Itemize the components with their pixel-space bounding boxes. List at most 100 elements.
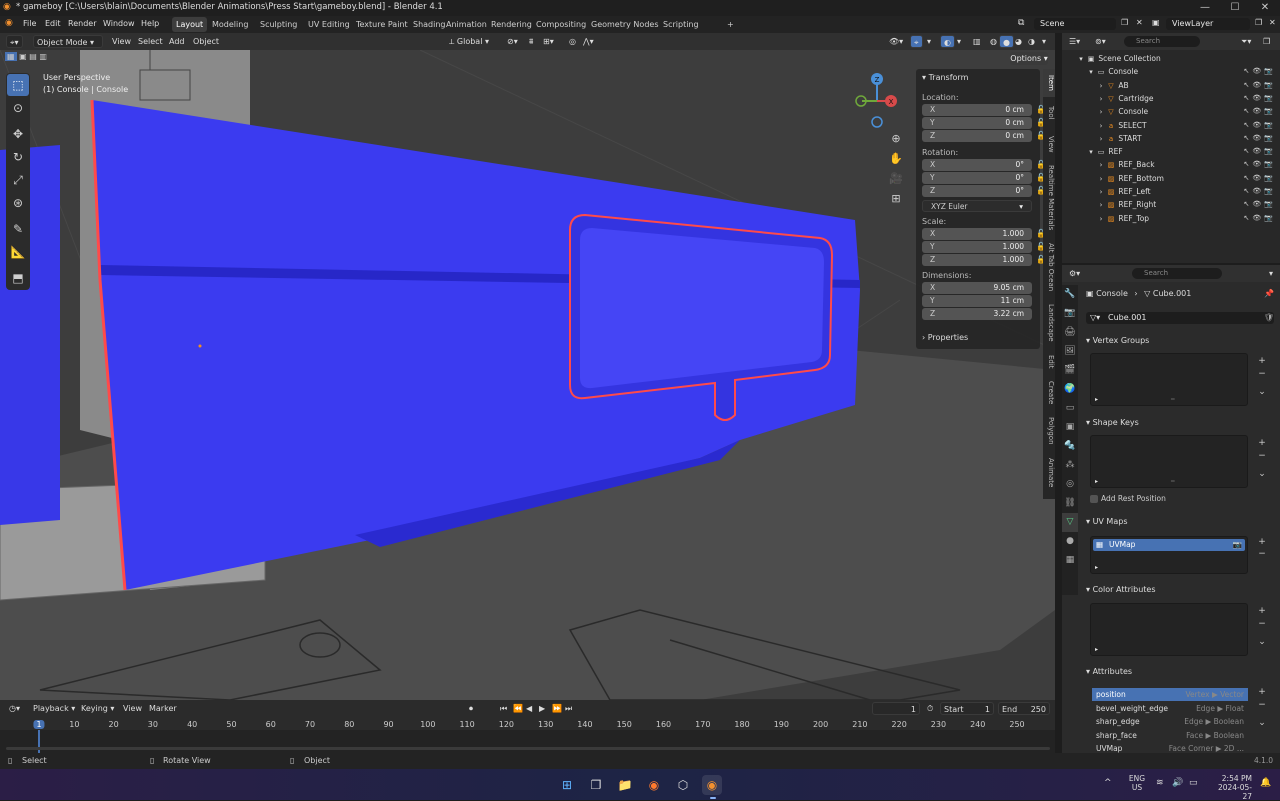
outliner-row[interactable]: › ▨ REF_Top ↖👁📷 xyxy=(1062,212,1280,225)
add-cube-tool-icon[interactable]: ⬒ xyxy=(7,267,29,289)
visibility-toggle-icons[interactable]: ↖👁📷 xyxy=(1244,185,1276,198)
xray-icon[interactable]: ▥ xyxy=(970,35,984,48)
vertex-group-menu-button[interactable]: ⌄ xyxy=(1256,386,1268,398)
editor-type-icon[interactable]: ⌖▾ xyxy=(6,35,23,48)
scene-selector[interactable]: Scene xyxy=(1034,18,1116,30)
scene-tab-icon[interactable]: 🎬 xyxy=(1062,361,1078,380)
gizmo-toggle-icon[interactable]: ⌖ xyxy=(910,35,923,48)
workspace-tab-modeling[interactable]: Modeling xyxy=(208,17,252,32)
mesh-data-tab-icon[interactable]: ▽ xyxy=(1062,513,1078,532)
measure-tool-icon[interactable]: 📐 xyxy=(7,241,29,263)
workspace-tab-layout[interactable]: Layout xyxy=(172,17,208,32)
outliner-row[interactable]: › a SELECT ↖👁📷 xyxy=(1062,119,1280,132)
timeline-scrollbar[interactable] xyxy=(6,747,1050,750)
properties-search[interactable]: Search xyxy=(1132,268,1222,279)
tray-overflow-icon[interactable]: ^ xyxy=(1104,778,1112,788)
timeline-view-menu[interactable]: View xyxy=(120,702,145,715)
outliner-row[interactable]: › ▽ Cartridge ↖👁📷 xyxy=(1062,92,1280,105)
select-subtract-icon[interactable]: ▤ xyxy=(29,52,37,61)
wifi-icon[interactable]: ≋ xyxy=(1156,778,1164,788)
end-frame-field[interactable]: End 250 xyxy=(998,702,1050,715)
file-explorer-icon[interactable]: 📁 xyxy=(615,775,635,795)
expand-icon[interactable]: › xyxy=(1096,199,1106,212)
record-icon[interactable]: ⏺ xyxy=(466,702,476,715)
camera-icon[interactable]: 🎥 xyxy=(888,169,904,189)
object-tab-icon[interactable]: ▣ xyxy=(1062,418,1078,437)
outliner-row[interactable]: ▾ ▭ Console ↖👁📷 xyxy=(1062,65,1280,78)
render-camera-icon[interactable]: 📷 xyxy=(1233,539,1242,551)
new-collection-icon[interactable]: ❐ xyxy=(1260,35,1273,48)
outliner-search[interactable]: Search xyxy=(1124,36,1200,47)
fake-user-icon[interactable]: 🛡 xyxy=(1264,313,1274,322)
preview-range-icon[interactable]: ⏱ xyxy=(924,702,936,715)
output-tab-icon[interactable]: 🖨 xyxy=(1062,323,1078,342)
scale-x-field[interactable]: X 1.000 🔓 xyxy=(922,228,1046,240)
workspace-tab-compositing[interactable]: Compositing xyxy=(532,17,590,32)
menu-add[interactable]: Add xyxy=(166,35,188,48)
language-indicator[interactable]: ENG US xyxy=(1128,774,1146,792)
view-layer-tab-icon[interactable]: 🖼 xyxy=(1062,342,1078,361)
attribute-menu-button[interactable]: ⌄ xyxy=(1256,717,1268,729)
play-icon[interactable]: ▶ xyxy=(536,702,548,715)
physics-tab-icon[interactable]: ◎ xyxy=(1062,475,1078,494)
expand-icon[interactable]: › xyxy=(1096,186,1106,199)
visibility-icon[interactable]: 👁▾ xyxy=(886,35,906,48)
location-y-field[interactable]: Y0 cm 🔓 xyxy=(922,117,1046,129)
transform-header[interactable]: ▾ Transform xyxy=(922,73,968,82)
workspace-tab-sculpting[interactable]: Sculpting xyxy=(256,17,301,32)
location-z-field[interactable]: Z0 cm 🔓 xyxy=(922,130,1046,142)
visibility-toggle-icons[interactable]: ↖👁📷 xyxy=(1244,212,1276,225)
sidebar-tab-create[interactable]: Create xyxy=(1043,377,1055,409)
menu-window[interactable]: Window xyxy=(103,19,135,28)
workspace-tab-animation[interactable]: Animation xyxy=(442,17,491,32)
workspace-tab-uv-editing[interactable]: UV Editing xyxy=(304,17,354,32)
mesh-browse-icon[interactable]: ▽▾ xyxy=(1090,313,1100,322)
visibility-toggle-icons[interactable]: ↖👁📷 xyxy=(1244,65,1276,78)
rotation-y-field[interactable]: Y 0° 🔓 xyxy=(922,172,1046,184)
navigation-gizmo[interactable]: Z X xyxy=(853,70,903,130)
rendered-shading-icon[interactable]: ◑ xyxy=(1025,35,1038,48)
outliner-editor-icon[interactable]: ☰▾ xyxy=(1066,35,1083,48)
expand-icon[interactable]: › xyxy=(1096,133,1106,146)
proportional-edit-icon[interactable]: ◎ xyxy=(566,35,579,48)
expand-icon[interactable]: › xyxy=(1096,93,1106,106)
uv-maps-list[interactable]: ▦ UVMap 📷 ▸ xyxy=(1090,536,1248,574)
menu-object[interactable]: Object xyxy=(190,35,222,48)
outliner-row[interactable]: › a START ↖👁📷 xyxy=(1062,132,1280,145)
filter-icon[interactable]: ⏷▾ xyxy=(1238,35,1254,48)
uv-maps-header[interactable]: ▾ UV Maps xyxy=(1086,517,1274,526)
overlay-menu-icon[interactable]: ▾ xyxy=(954,35,964,48)
scale-y-field[interactable]: Y 1.000 🔓 xyxy=(922,241,1046,253)
outliner-row[interactable]: › ▨ REF_Bottom ↖👁📷 xyxy=(1062,172,1280,185)
color-attribute-add-button[interactable]: + xyxy=(1256,605,1268,617)
properties-options-icon[interactable]: ▾ xyxy=(1266,267,1276,280)
list-resize-handle[interactable]: ═ xyxy=(1171,396,1175,403)
new-scene-icon[interactable]: ❐ xyxy=(1121,18,1128,27)
rotation-x-field[interactable]: X 0° 🔓 xyxy=(922,159,1046,171)
scale-z-field[interactable]: Z 1.000 🔓 xyxy=(922,254,1046,266)
list-expand-icon[interactable]: ▸ xyxy=(1095,396,1098,403)
expand-icon[interactable]: › xyxy=(1096,106,1106,119)
menu-render[interactable]: Render xyxy=(68,19,96,28)
vertex-group-remove-button[interactable]: − xyxy=(1256,368,1268,380)
list-expand-icon[interactable]: ▸ xyxy=(1095,478,1098,485)
keying-menu[interactable]: Keying ▾ xyxy=(78,702,117,715)
sidebar-tab-landscape[interactable]: Landscape xyxy=(1043,299,1055,347)
list-resize-handle[interactable]: ═ xyxy=(1171,478,1175,485)
menu-edit[interactable]: Edit xyxy=(45,19,61,28)
visibility-toggle-icons[interactable]: ↖👁📷 xyxy=(1244,132,1276,145)
falloff-icon[interactable]: ⋀▾ xyxy=(580,35,597,48)
shape-keys-header[interactable]: ▾ Shape Keys xyxy=(1086,418,1274,427)
rotation-z-field[interactable]: Z 0° 🔓 xyxy=(922,185,1046,197)
sidebar-tab-animate[interactable]: Animate xyxy=(1043,453,1055,493)
color-attributes-list[interactable]: ▸ xyxy=(1090,603,1248,656)
properties-header[interactable]: › Properties xyxy=(922,333,968,342)
outliner-row[interactable]: › ▽ AB ↖👁📷 xyxy=(1062,79,1280,92)
play-reverse-icon[interactable]: ◀ xyxy=(523,702,535,715)
menu-help[interactable]: Help xyxy=(141,19,159,28)
tool-tab-icon[interactable]: 🔧 xyxy=(1062,285,1078,304)
mode-selector[interactable]: Object Mode ▾ xyxy=(33,35,103,48)
mesh-name-field[interactable]: Cube.001 xyxy=(1086,312,1274,324)
zoom-icon[interactable]: ⊕ xyxy=(888,129,904,149)
sidebar-tab-realtime-materials[interactable]: Realtime Materials xyxy=(1043,161,1055,235)
